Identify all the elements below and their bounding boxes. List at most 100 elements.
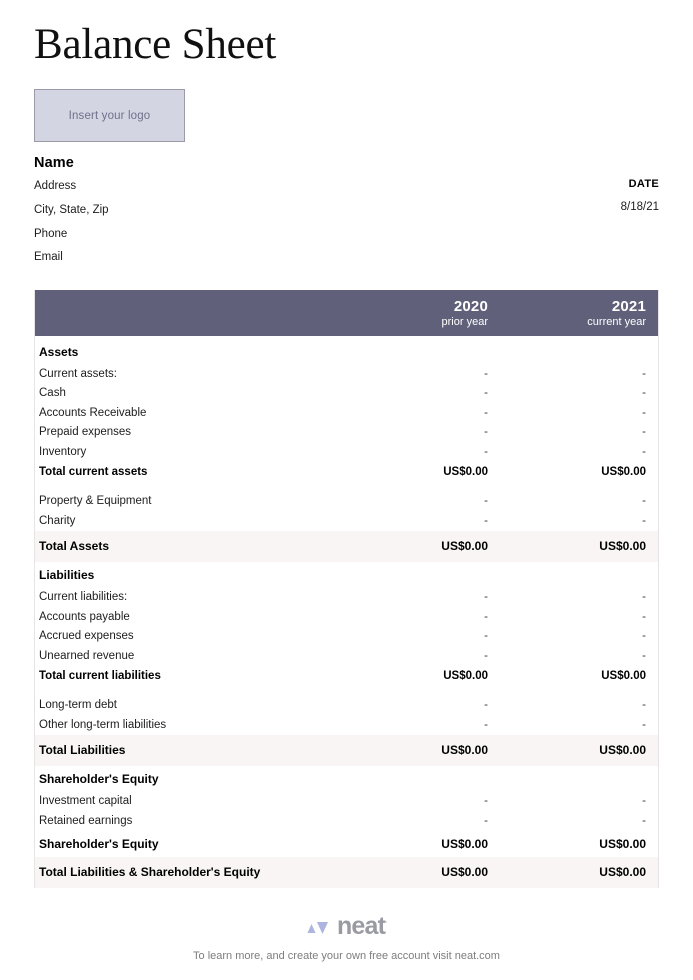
row-value-current: US$0.00	[599, 865, 646, 879]
row-value-prior[interactable]: -	[326, 407, 488, 419]
page-title: Balance Sheet	[34, 21, 277, 68]
row-label-accounts-receivable: Accounts Receivable	[39, 406, 147, 419]
company-and-date: Name Address City, State, Zip Phone Emai…	[34, 142, 659, 264]
table-row: Investment capital - -	[35, 792, 658, 812]
row-value-prior: US$0.00	[441, 539, 488, 553]
contact-phone: Phone	[34, 227, 68, 240]
row-value-current: US$0.00	[599, 743, 646, 757]
current-year-value: 2021	[611, 298, 646, 316]
row-value-prior[interactable]: -	[326, 650, 488, 662]
table-row: Long-term debt - -	[35, 696, 658, 716]
table-row-total-current-liabilities: Total current liabilities US$0.00 US$0.0…	[35, 666, 658, 687]
row-value-prior[interactable]: -	[326, 630, 488, 642]
balance-sheet-page: Balance Sheet Insert your logo Name Addr…	[0, 0, 693, 980]
neat-triangles-icon	[307, 921, 328, 934]
table-header-current-year: 2021 current year	[488, 298, 646, 329]
row-value-current[interactable]: -	[488, 699, 646, 711]
row-label-long-term-debt: Long-term debt	[39, 699, 117, 712]
row-value-prior[interactable]: -	[326, 515, 488, 527]
row-value-current[interactable]: -	[488, 795, 646, 807]
neat-wordmark-text: neat	[336, 912, 386, 940]
row-label-accrued-expenses: Accrued expenses	[39, 630, 134, 643]
row-value-prior: US$0.00	[443, 670, 488, 682]
row-value-current[interactable]: -	[488, 446, 646, 458]
date-label: DATE	[628, 178, 659, 191]
neat-logo: neat·	[306, 912, 388, 940]
section-label: Assets	[39, 345, 79, 359]
table-row: Cash - -	[35, 384, 658, 404]
row-value-prior[interactable]: -	[326, 446, 488, 458]
row-value-current: US$0.00	[599, 539, 646, 553]
row-label-property-equipment: Property & Equipment	[39, 495, 152, 508]
table-row: Property & Equipment - -	[35, 492, 658, 512]
row-label-total-current-liabilities: Total current liabilities	[39, 670, 161, 682]
contact-address: Address	[34, 180, 77, 193]
page-footer: neat· To learn more, and create your own…	[0, 912, 693, 963]
table-row-total-assets: Total Assets US$0.00 US$0.00	[35, 530, 658, 562]
row-value-current[interactable]: -	[488, 387, 646, 399]
row-value-current[interactable]: -	[488, 650, 646, 662]
table-row: Inventory - -	[35, 442, 658, 462]
table-row: Retained earnings - -	[35, 811, 658, 831]
row-value-prior: US$0.00	[441, 865, 488, 879]
row-spacer	[35, 687, 658, 696]
balance-sheet-table: 2020 prior year 2021 current year Assets…	[34, 290, 659, 888]
row-label-other-long-term-liabilities: Other long-term liabilities	[39, 718, 167, 731]
row-label-unearned-revenue: Unearned revenue	[39, 649, 135, 662]
table-row-total-liabilities: Total Liabilities US$0.00 US$0.00	[35, 734, 658, 766]
table-row-total-liabilities-and-equity: Total Liabilities & Shareholder's Equity…	[35, 856, 658, 888]
prior-year-value: 2020	[453, 298, 488, 316]
table-row: Accounts Receivable - -	[35, 403, 658, 423]
row-label-total-liabilities: Total Liabilities	[39, 743, 126, 757]
row-value-prior[interactable]: -	[326, 719, 488, 731]
row-value-current[interactable]: -	[488, 719, 646, 731]
row-label-current-liabilities: Current liabilities:	[39, 591, 128, 604]
row-value-prior[interactable]: -	[326, 426, 488, 438]
row-label-total-assets: Total Assets	[39, 539, 110, 553]
row-label-total-current-assets: Total current assets	[39, 466, 148, 478]
company-name: Name	[34, 155, 74, 172]
row-label-accounts-payable: Accounts payable	[39, 610, 130, 623]
current-year-label: current year	[587, 316, 646, 329]
row-value-prior: US$0.00	[441, 836, 488, 851]
row-label-shareholders-equity-total: Shareholder's Equity	[39, 836, 159, 851]
row-value-prior[interactable]: -	[326, 699, 488, 711]
row-value-prior[interactable]: -	[326, 815, 488, 827]
row-value-current[interactable]: -	[488, 815, 646, 827]
row-value-current[interactable]: -	[488, 611, 646, 623]
neat-wordmark: neat·	[336, 912, 388, 940]
section-label: Liabilities	[39, 567, 95, 582]
row-value-prior[interactable]: -	[326, 495, 488, 507]
footer-note: To learn more, and create your own free …	[193, 950, 500, 962]
row-value-prior[interactable]: -	[326, 795, 488, 807]
row-value-current[interactable]: -	[488, 368, 646, 380]
row-value-prior[interactable]: -	[326, 368, 488, 380]
table-row: Other long-term liabilities - -	[35, 715, 658, 735]
table-row: Accrued expenses - -	[35, 627, 658, 647]
row-value-current[interactable]: -	[488, 591, 646, 603]
row-label-cash: Cash	[39, 387, 66, 400]
trademark-mark: ·	[385, 917, 388, 927]
table-row: Prepaid expenses - -	[35, 423, 658, 443]
row-value-current[interactable]: -	[488, 407, 646, 419]
logo-placeholder[interactable]: Insert your logo	[34, 89, 185, 143]
row-value-current: US$0.00	[601, 466, 646, 478]
row-value-prior[interactable]: -	[326, 387, 488, 399]
row-value-current[interactable]: -	[488, 495, 646, 507]
row-spacer	[35, 483, 658, 492]
row-value-current[interactable]: -	[488, 515, 646, 527]
row-value-prior: US$0.00	[443, 466, 488, 478]
logo-placeholder-label: Insert your logo	[68, 109, 151, 122]
row-value-current: US$0.00	[601, 670, 646, 682]
row-label-retained-earnings: Retained earnings	[39, 814, 133, 827]
table-row: Charity - -	[35, 511, 658, 531]
row-value-current[interactable]: -	[488, 630, 646, 642]
row-value-prior[interactable]: -	[326, 591, 488, 603]
row-label-current-assets: Current assets:	[39, 367, 117, 380]
row-label-investment-capital: Investment capital	[39, 795, 132, 808]
date-block: DATE 8/18/21	[549, 178, 659, 213]
contact-city-state-zip: City, State, Zip	[34, 204, 109, 217]
row-value-prior[interactable]: -	[326, 611, 488, 623]
row-value-current[interactable]: -	[488, 426, 646, 438]
row-value-prior: US$0.00	[441, 743, 488, 757]
